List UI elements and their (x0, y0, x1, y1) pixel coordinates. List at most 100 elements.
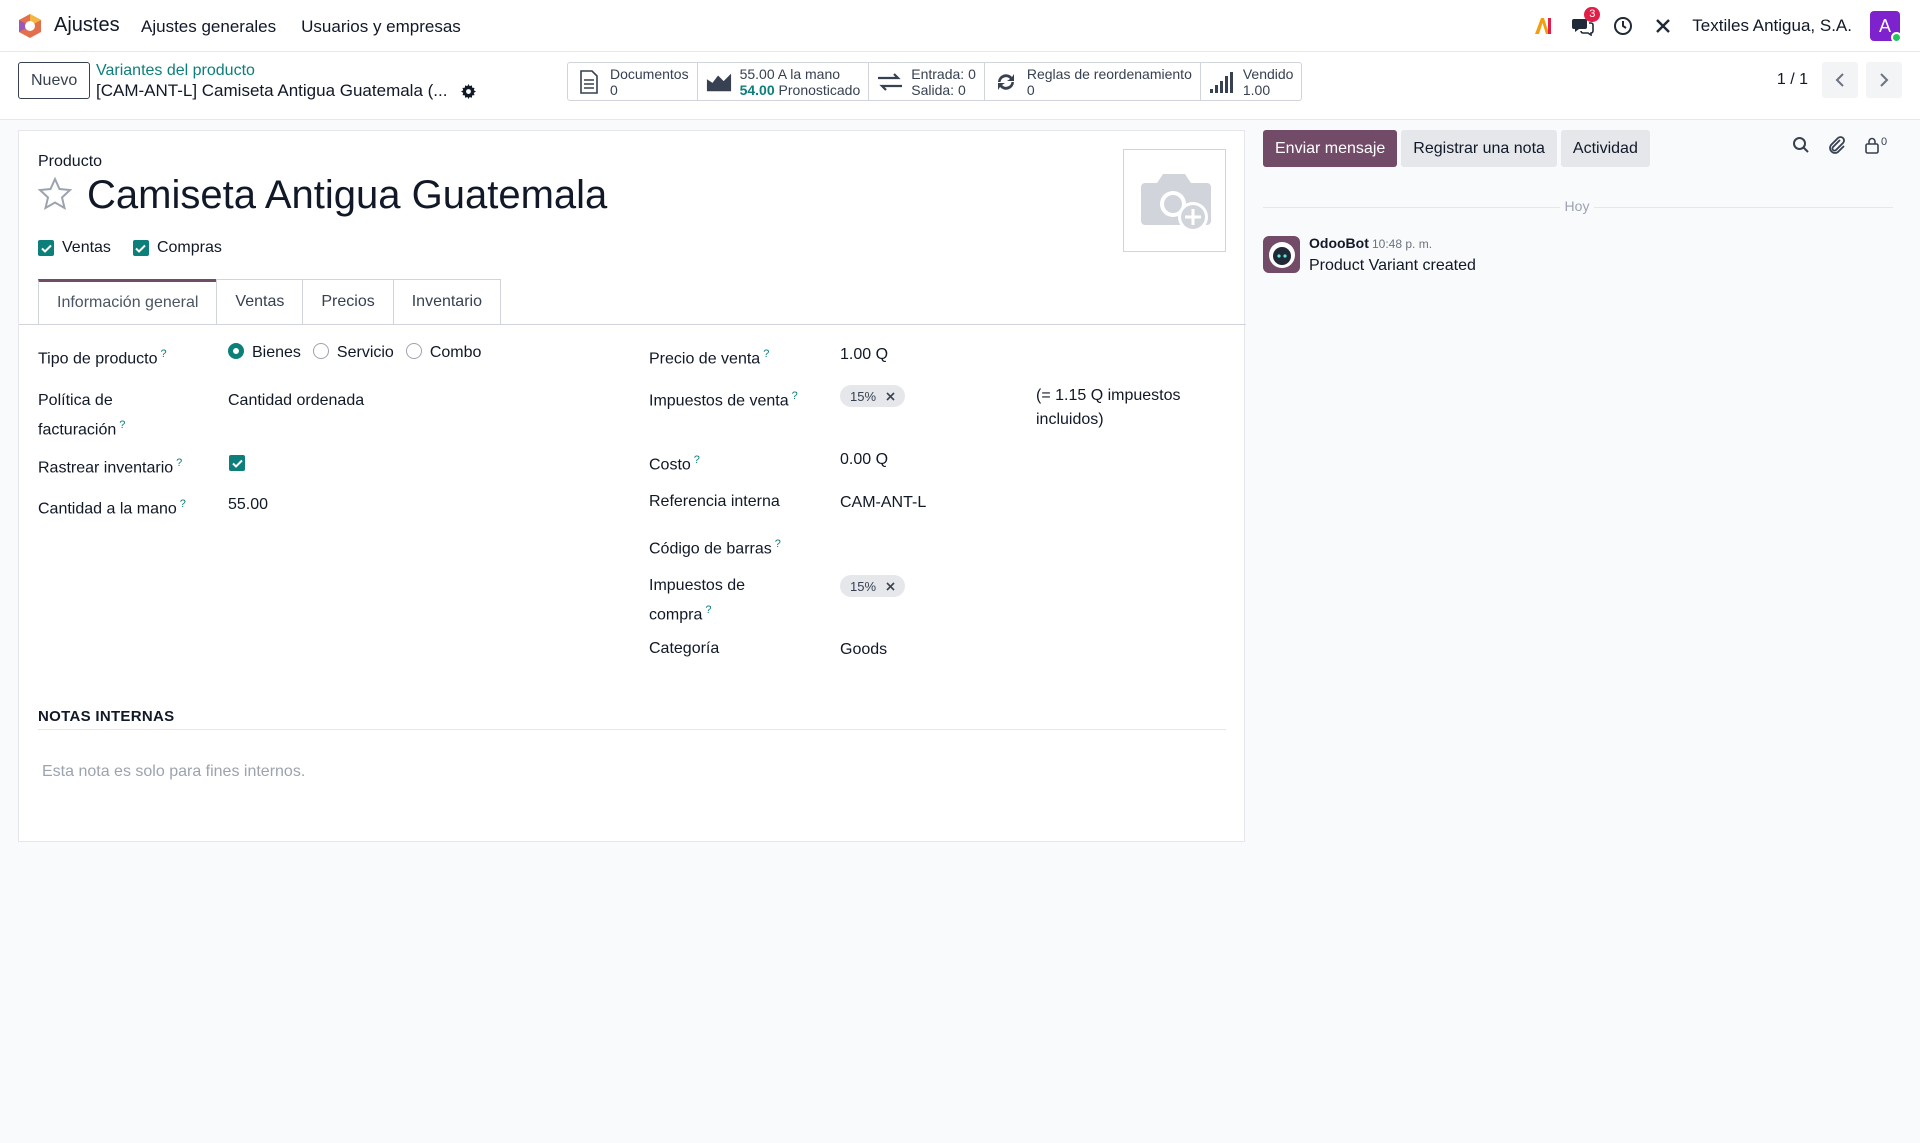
chatter-toolbar: 0 (1792, 135, 1887, 155)
help-tooltip-icon[interactable]: ? (180, 498, 186, 510)
radio-bienes[interactable]: Bienes (228, 343, 301, 362)
sales-checkbox-label: Ventas (62, 239, 111, 256)
favorite-star-icon[interactable] (37, 176, 73, 212)
close-icon[interactable] (886, 581, 895, 591)
ai-assistant-icon[interactable] (1532, 15, 1554, 37)
tools-icon[interactable] (1652, 15, 1674, 37)
paperclip-icon[interactable] (1828, 135, 1846, 155)
message-body: Product Variant created (1309, 257, 1476, 274)
radio-combo[interactable]: Combo (405, 343, 481, 362)
forecast-label: Pronosticado (778, 81, 861, 98)
followers-count: 0 (1881, 136, 1888, 148)
help-tooltip-icon[interactable]: ? (763, 348, 769, 360)
form-tabs: Información general Ventas Precios Inven… (38, 279, 501, 324)
breadcrumb-product-variants[interactable]: Variantes del producto (96, 62, 255, 80)
clock-icon[interactable] (1612, 15, 1634, 37)
sold-smart-button[interactable]: Vendido 1.00 (1201, 63, 1302, 100)
internal-notes-divider (38, 729, 1226, 730)
qty-on-hand-label: Cantidad a la mano? (38, 498, 186, 518)
internal-notes-textarea[interactable]: Esta nota es solo para fines internos. (42, 763, 305, 781)
help-tooltip-icon[interactable]: ? (176, 457, 182, 469)
product-type-radios: Bienes Servicio Combo (228, 343, 481, 362)
tab-ventas[interactable]: Ventas (216, 279, 304, 324)
product-image-upload[interactable] (1123, 149, 1226, 252)
record-title-text: [CAM-ANT-L] Camiseta Antigua Guatemala (… (96, 81, 448, 100)
purchase-checkbox[interactable] (132, 240, 149, 256)
refresh-icon (997, 73, 1014, 90)
cost-input[interactable]: 0.00 Q (840, 448, 888, 472)
close-icon[interactable] (886, 391, 895, 401)
chevron-left-icon (1835, 73, 1844, 87)
purchase-taxes-label: Impuestos de compra? (649, 577, 746, 624)
tab-informacion-general[interactable]: Información general (38, 279, 218, 324)
message-time: 10:48 p. m. (1372, 237, 1433, 251)
onhand-smart-button[interactable]: 55.00 A la mano 54.00 Pronosticado (698, 63, 870, 100)
tab-precios[interactable]: Precios (302, 279, 394, 324)
help-tooltip-icon[interactable]: ? (792, 390, 798, 402)
check-icon (231, 459, 243, 468)
sale-taxes-label: Impuestos de venta? (649, 390, 798, 410)
category-select[interactable]: Goods (840, 638, 887, 662)
send-message-button[interactable]: Enviar mensaje (1263, 130, 1398, 167)
company-switcher[interactable]: Textiles Antigua, S.A. (1692, 16, 1852, 36)
documents-smart-button[interactable]: Documentos 0 (568, 63, 698, 100)
product-name-input[interactable]: Camiseta Antigua Guatemala (87, 173, 607, 218)
purchase-tax-tag[interactable]: 15% (840, 575, 906, 597)
qty-on-hand-value: 55.00 (228, 496, 269, 513)
log-note-button[interactable]: Registrar una nota (1401, 130, 1557, 167)
camera-plus-icon (1140, 173, 1211, 232)
product-label: Producto (38, 153, 103, 170)
internal-ref-input[interactable]: CAM-ANT-L (840, 491, 926, 515)
sales-checkbox-row[interactable]: Ventas (38, 239, 111, 257)
invoice-policy-select[interactable]: Cantidad ordenada (228, 389, 364, 413)
pager-next-button[interactable] (1866, 62, 1902, 98)
area-chart-icon (706, 73, 731, 91)
help-tooltip-icon[interactable]: ? (694, 454, 700, 466)
barcode-input[interactable] (840, 532, 1140, 556)
reorder-label: Reglas de reordenamiento (1026, 65, 1192, 82)
help-tooltip-icon[interactable]: ? (160, 348, 166, 360)
onhand-label: A la mano (777, 65, 841, 82)
gear-icon[interactable] (461, 83, 477, 99)
forecast-value: 54.00 (739, 81, 775, 98)
message-author[interactable]: OdooBot (1309, 235, 1369, 251)
search-icon[interactable] (1792, 136, 1810, 154)
sale-tax-tag[interactable]: 15% (840, 385, 906, 407)
help-tooltip-icon[interactable]: ? (119, 419, 125, 431)
help-tooltip-icon[interactable]: ? (775, 538, 781, 550)
chevron-right-icon (1880, 73, 1889, 87)
radio-servicio[interactable]: Servicio (312, 343, 394, 362)
pager-previous-button[interactable] (1822, 62, 1858, 98)
sale-price-input[interactable]: 1.00 Q (840, 343, 888, 367)
track-inventory-checkbox[interactable] (229, 455, 245, 471)
in-out-smart-button[interactable]: Entrada: 0 Salida: 0 (869, 63, 985, 100)
sale-price-label: Precio de venta? (649, 348, 770, 368)
cost-label: Costo? (649, 454, 700, 474)
chat-bubbles-icon[interactable]: 3 (1572, 7, 1601, 37)
help-tooltip-icon[interactable]: ? (705, 604, 711, 616)
menu-usuarios-empresas[interactable]: Usuarios y empresas (301, 17, 461, 37)
menu-ajustes-generales[interactable]: Ajustes generales (141, 17, 276, 37)
category-label: Categoría (649, 640, 720, 657)
onhand-value: 55.00 (739, 65, 775, 82)
form-sheet: Producto Camiseta Antigua Guatemala Vent… (18, 130, 1246, 842)
odoo-app-icon[interactable] (16, 12, 44, 40)
internal-ref-label: Referencia interna (649, 493, 780, 510)
odoobot-avatar[interactable] (1263, 236, 1300, 273)
reorder-rules-smart-button[interactable]: Reglas de reordenamiento 0 (985, 63, 1201, 100)
user-avatar[interactable]: A (1870, 11, 1902, 43)
pager-value[interactable]: 1 / 1 (1777, 71, 1808, 89)
lock-user-icon (1865, 137, 1879, 154)
top-navbar: Ajustes Ajustes generales Usuarios y emp… (0, 0, 1920, 52)
activity-button[interactable]: Actividad (1560, 130, 1650, 167)
sales-checkbox[interactable] (38, 240, 54, 256)
purchase-checkbox-row[interactable]: Compras (132, 239, 222, 257)
product-type-label: Tipo de producto? (38, 348, 167, 368)
app-name[interactable]: Ajustes (54, 14, 120, 37)
followers-button[interactable]: 0 (1864, 136, 1887, 154)
product-flags: Ventas Compras (38, 239, 222, 257)
sold-label: Vendido (1242, 65, 1294, 82)
tab-inventario[interactable]: Inventario (392, 279, 501, 324)
new-button[interactable]: Nuevo (18, 62, 91, 99)
document-icon (580, 69, 598, 94)
